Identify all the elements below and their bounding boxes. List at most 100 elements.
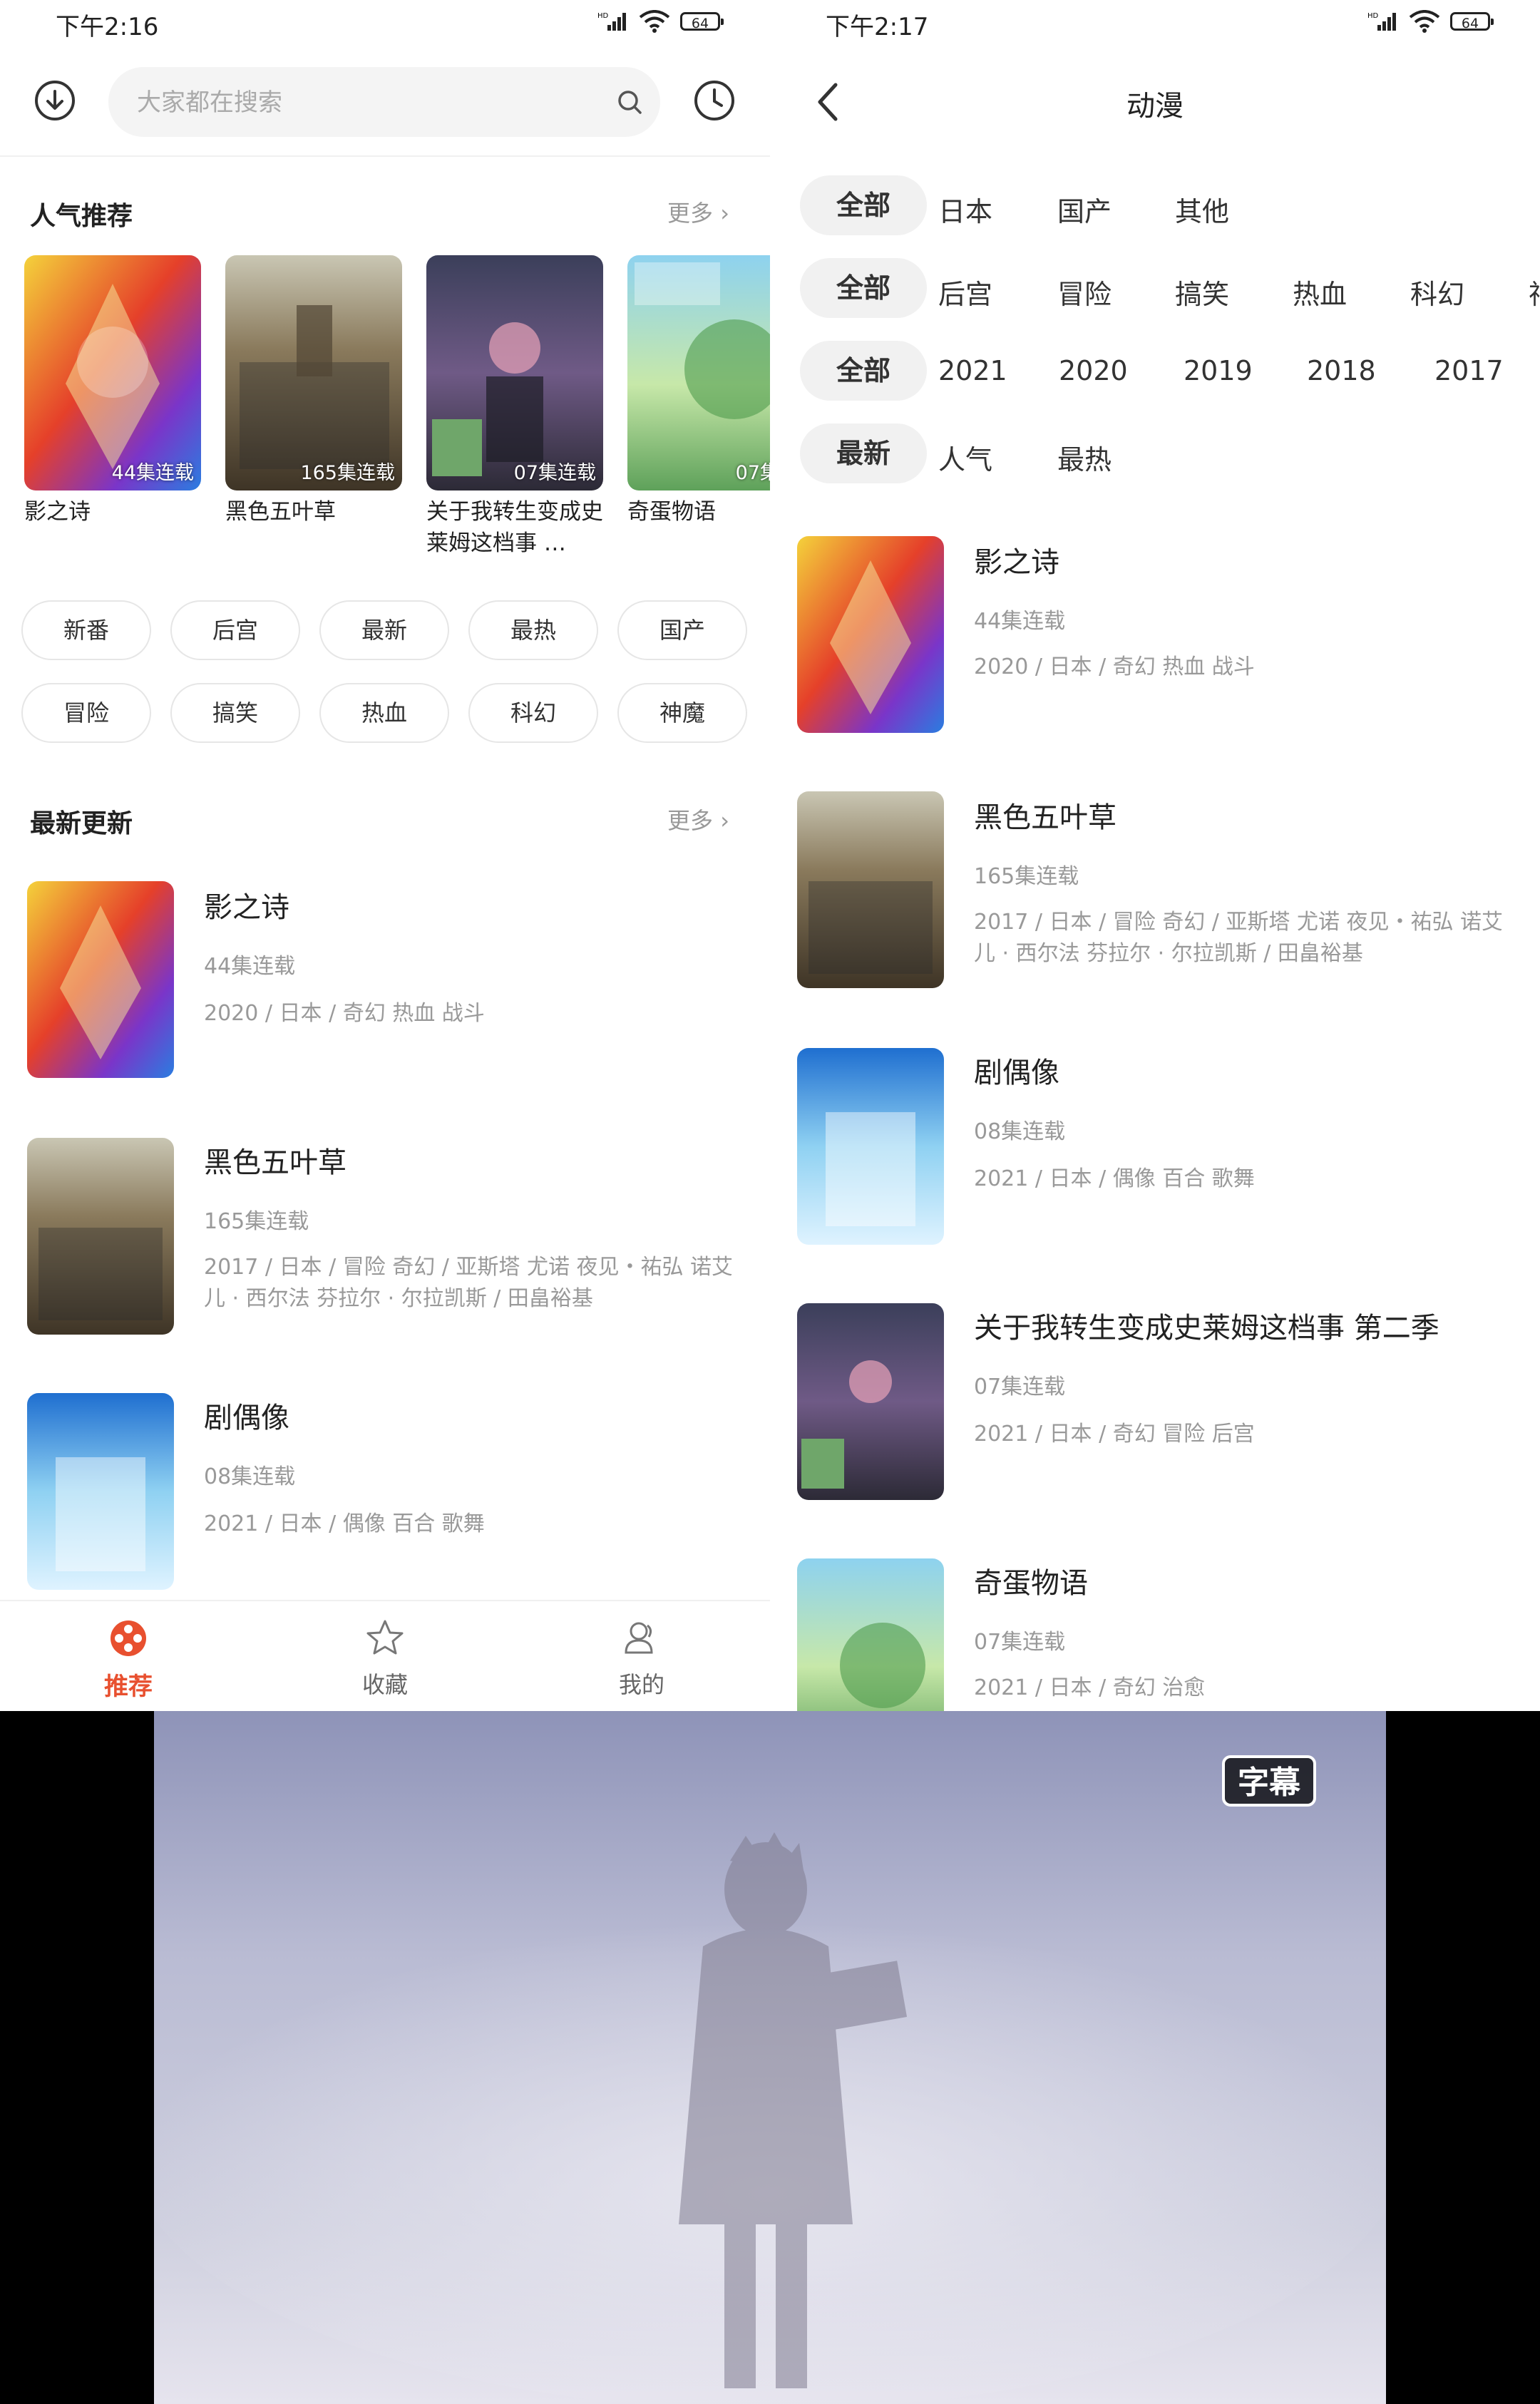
- popular-caption-4[interactable]: 奇蛋物语: [627, 496, 770, 528]
- cover-art: [24, 255, 201, 490]
- filter-option-selected[interactable]: 全部: [800, 341, 927, 401]
- cover-art: [27, 881, 174, 1078]
- category-chip[interactable]: 神魔: [617, 683, 747, 743]
- signal-icon: HD: [597, 12, 626, 31]
- filter-option[interactable]: 冒险: [1057, 272, 1112, 312]
- popular-caption-1[interactable]: 影之诗: [24, 496, 201, 528]
- category-chip[interactable]: 科幻: [468, 683, 598, 743]
- header-divider: [0, 155, 770, 157]
- list-item-meta: 2020 / 日本 / 奇幻 热血 战斗: [204, 1001, 485, 1026]
- tab-label: 收藏: [361, 1671, 408, 1698]
- filter-option[interactable]: 2017: [1434, 355, 1504, 386]
- signal-icon: HD: [1367, 12, 1396, 31]
- popular-cover-4[interactable]: 07集连: [627, 255, 770, 490]
- cover-art: [797, 536, 944, 733]
- filter-option[interactable]: 后宫: [938, 272, 992, 312]
- popular-cover-3[interactable]: 07集连载: [426, 255, 603, 490]
- cover-art: [627, 255, 770, 490]
- filter-option[interactable]: 2020: [1059, 355, 1128, 386]
- episode-badge: 07集连: [735, 462, 770, 484]
- list-item-meta: 2021 / 日本 / 奇幻 冒险 后宫: [974, 1422, 1255, 1447]
- list-item-meta: 2017 / 日本 / 冒险 奇幻 / 亚斯塔 尤诺 夜见・祐弘 诺艾儿 · 西…: [974, 910, 1504, 966]
- filter-option[interactable]: 2018: [1307, 355, 1376, 386]
- category-chip[interactable]: 最新: [319, 600, 449, 660]
- list-cover: [797, 1558, 944, 1711]
- filter-option-selected[interactable]: 最新: [800, 423, 927, 483]
- filter-option[interactable]: 国产: [1057, 190, 1112, 229]
- category-chip[interactable]: 国产: [617, 600, 747, 660]
- filter-option[interactable]: 最热: [1057, 438, 1112, 477]
- video-frame: [154, 1711, 1386, 2404]
- cover-art: [27, 1393, 174, 1590]
- history-button[interactable]: [692, 78, 736, 123]
- filter-option[interactable]: 神: [1529, 272, 1540, 312]
- popular-more-link[interactable]: 更多 ›: [667, 195, 729, 228]
- svg-text:HD: HD: [1367, 12, 1379, 20]
- filter-option-selected[interactable]: 全部: [800, 258, 927, 318]
- category-chip[interactable]: 热血: [319, 683, 449, 743]
- more-label: 更多: [667, 807, 714, 834]
- list-item-title: 影之诗: [204, 891, 289, 924]
- wifi-icon: [639, 10, 670, 33]
- latest-section-title: 最新更新: [30, 809, 133, 838]
- category-chip[interactable]: 后宫: [170, 600, 300, 660]
- search-bar[interactable]: [108, 67, 660, 138]
- tab-label: 我的: [618, 1671, 664, 1698]
- download-button[interactable]: [33, 78, 77, 123]
- bottom-tab-bar: 推荐 收藏 我的: [0, 1600, 770, 1711]
- list-item-title: 关于我转生变成史莱姆这档事 第二季: [974, 1312, 1439, 1345]
- episode-badge: 165集连载: [300, 462, 395, 484]
- category-chip[interactable]: 最热: [468, 600, 598, 660]
- episode-badge: 44集连载: [111, 462, 194, 484]
- filter-option[interactable]: 人气: [938, 438, 992, 477]
- list-item-episodes: 44集连载: [974, 609, 1066, 634]
- list-cover: [27, 1393, 174, 1590]
- status-time: 下午2:17: [826, 13, 929, 41]
- video-player[interactable]: 字幕: [0, 1711, 1540, 2404]
- search-input[interactable]: [135, 67, 580, 138]
- list-item-episodes: 08集连载: [974, 1119, 1066, 1144]
- filter-option[interactable]: 2021: [938, 355, 1007, 386]
- filter-option[interactable]: 其他: [1175, 190, 1229, 229]
- category-chip[interactable]: 新番: [21, 600, 151, 660]
- popular-caption-3[interactable]: 关于我转生变成史莱姆这档事 …: [426, 496, 603, 559]
- episode-badge: 07集连载: [513, 462, 596, 484]
- latest-more-link[interactable]: 更多 ›: [667, 803, 729, 836]
- search-icon[interactable]: [616, 88, 645, 117]
- list-item-title: 奇蛋物语: [974, 1567, 1088, 1600]
- cover-art: [797, 1048, 944, 1245]
- popular-caption-2[interactable]: 黑色五叶草: [225, 496, 402, 528]
- popular-cover-1[interactable]: 44集连载: [24, 255, 201, 490]
- download-icon: [35, 81, 75, 120]
- category-chip[interactable]: 搞笑: [170, 683, 300, 743]
- more-label: 更多: [667, 200, 714, 227]
- tab-recommend[interactable]: 推荐: [0, 1601, 257, 1711]
- tab-profile[interactable]: 我的: [513, 1601, 770, 1711]
- list-item-title: 黑色五叶草: [204, 1146, 346, 1179]
- cover-art: [797, 1558, 944, 1711]
- list-item-title: 剧偶像: [974, 1057, 1059, 1089]
- list-item-title: 影之诗: [974, 546, 1059, 579]
- category-chip[interactable]: 冒险: [21, 683, 151, 743]
- list-cover: [797, 1048, 944, 1245]
- subtitle-button[interactable]: 字幕: [1222, 1755, 1316, 1807]
- user-icon: [625, 1622, 653, 1654]
- battery-icon: 64: [680, 12, 724, 31]
- filter-option[interactable]: 搞笑: [1175, 272, 1229, 312]
- tab-favorites[interactable]: 收藏: [257, 1601, 513, 1711]
- battery-icon: 64: [1450, 12, 1494, 31]
- cover-art: [27, 1138, 174, 1335]
- list-item-meta: 2021 / 日本 / 奇幻 治愈: [974, 1675, 1206, 1700]
- list-item-meta: 2021 / 日本 / 偶像 百合 歌舞: [204, 1511, 485, 1536]
- popular-section-title: 人气推荐: [30, 202, 133, 231]
- filter-option-selected[interactable]: 全部: [800, 175, 927, 235]
- filter-option[interactable]: 热血: [1293, 272, 1347, 312]
- list-item-meta: 2020 / 日本 / 奇幻 热血 战斗: [974, 654, 1255, 679]
- filter-option[interactable]: 日本: [938, 190, 992, 229]
- status-time: 下午2:16: [56, 13, 159, 41]
- filter-option[interactable]: 科幻: [1410, 272, 1464, 312]
- filter-option[interactable]: 2019: [1184, 355, 1253, 386]
- chevron-right-icon: ›: [720, 807, 729, 834]
- popular-cover-2[interactable]: 165集连载: [225, 255, 402, 490]
- list-item-meta: 2021 / 日本 / 偶像 百合 歌舞: [974, 1166, 1255, 1191]
